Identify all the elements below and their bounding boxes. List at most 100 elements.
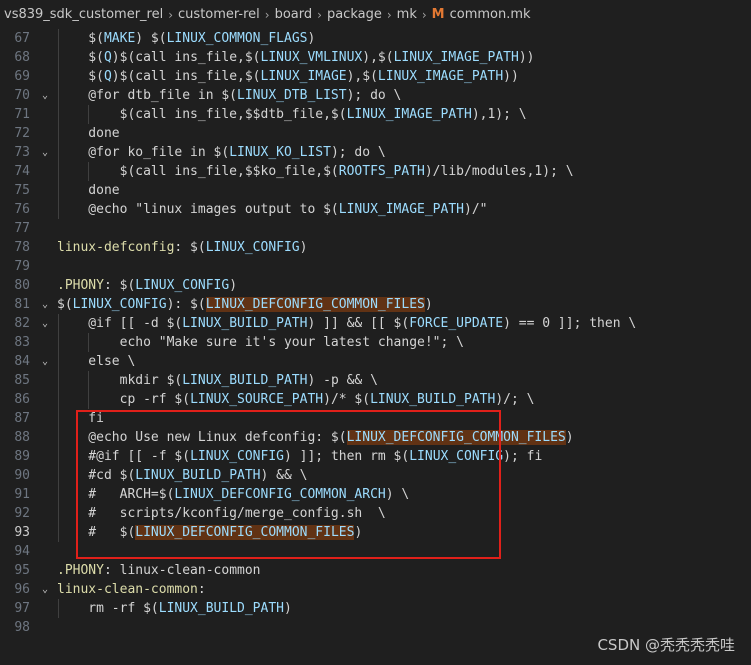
code-token: else \ bbox=[57, 354, 136, 369]
code-text: else \ bbox=[57, 352, 135, 371]
line-number: 90 bbox=[14, 468, 30, 483]
code-line[interactable]: 76 @echo "linux images output to $(LINUX… bbox=[0, 200, 751, 219]
line-number: 95 bbox=[14, 563, 30, 578]
code-line[interactable]: 83 echo "Make sure it's your latest chan… bbox=[0, 333, 751, 352]
code-editor[interactable]: 67 $(MAKE) $(LINUX_COMMON_FLAGS) 68 $(Q)$… bbox=[0, 29, 751, 665]
code-token: ROOTFS_PATH bbox=[338, 164, 425, 179]
code-token: LINUX_IMAGE_PATH bbox=[393, 50, 519, 65]
line-number: 93 bbox=[14, 525, 30, 540]
code-token: LINUX_IMAGE_PATH bbox=[377, 69, 504, 84]
code-text: linux-clean-common: bbox=[57, 580, 206, 599]
breadcrumb-item-board[interactable]: board bbox=[275, 7, 313, 22]
code-token: MAKE bbox=[103, 31, 136, 46]
code-line[interactable]: 79 bbox=[0, 257, 751, 276]
code-line[interactable]: 81 ⌄ $(LINUX_CONFIG): $(LINUX_DEFCONFIG_CO… bbox=[0, 295, 751, 314]
line-number: 71 bbox=[14, 107, 30, 122]
breadcrumb-item-mk[interactable]: mk bbox=[397, 7, 417, 22]
code-text: done bbox=[57, 181, 120, 200]
code-token: ) bbox=[424, 297, 433, 312]
code-line[interactable]: 71 $(call ins_file,$$dtb_file,$(LINUX_IM… bbox=[0, 105, 751, 124]
code-line[interactable]: 84 ⌄ else \ bbox=[0, 352, 751, 371]
code-line[interactable]: 75 done bbox=[0, 181, 751, 200]
code-line[interactable]: 67 $(MAKE) $(LINUX_COMMON_FLAGS) bbox=[0, 29, 751, 48]
code-token: cp -rf $( bbox=[57, 392, 191, 407]
breadcrumb-item-customer-rel[interactable]: customer-rel bbox=[178, 7, 260, 22]
code-token: : $( bbox=[174, 240, 206, 255]
code-line[interactable]: 77 bbox=[0, 219, 751, 238]
code-line[interactable]: 68 $(Q)$(call ins_file,$(LINUX_VMLINUX),… bbox=[0, 48, 751, 67]
code-token: $( bbox=[57, 31, 104, 46]
code-line[interactable]: 78 linux-defconfig: $(LINUX_CONFIG) bbox=[0, 238, 751, 257]
code-token: LINUX_BUILD_PATH bbox=[158, 601, 284, 616]
code-line[interactable]: 85 mkdir $(LINUX_BUILD_PATH) -p && \ bbox=[0, 371, 751, 390]
line-number: 89 bbox=[14, 449, 30, 464]
breadcrumb-item-package[interactable]: package bbox=[327, 7, 382, 22]
line-number: 79 bbox=[14, 259, 30, 274]
code-token: $(call ins_file,$$ko_file,$( bbox=[57, 164, 339, 179]
code-token: .PHONY bbox=[57, 278, 104, 293]
fold-chevron-icon[interactable]: ⌄ bbox=[38, 86, 52, 105]
line-number: 85 bbox=[14, 373, 30, 388]
line-number: 94 bbox=[14, 544, 30, 559]
line-number: 68 bbox=[14, 50, 30, 65]
code-token: LINUX_CONFIG bbox=[72, 297, 167, 312]
code-token: ) == 0 ]]; then \ bbox=[503, 316, 637, 331]
chevron-right-icon: › bbox=[264, 7, 270, 22]
code-token: ) -p && \ bbox=[307, 373, 378, 388]
code-text: mkdir $(LINUX_BUILD_PATH) -p && \ bbox=[57, 371, 378, 390]
code-line[interactable]: 95 .PHONY: linux-clean-common bbox=[0, 561, 751, 580]
code-line[interactable]: 80 .PHONY: $(LINUX_CONFIG) bbox=[0, 276, 751, 295]
breadcrumb-item-root[interactable]: vs839_sdk_customer_rel bbox=[4, 7, 163, 22]
code-token: )/lib/modules,1); \ bbox=[424, 164, 574, 179]
code-token: LINUX_BUILD_PATH bbox=[182, 373, 308, 388]
code-token: ),$( bbox=[362, 50, 394, 65]
line-number: 92 bbox=[14, 506, 30, 521]
line-number: 73 bbox=[14, 145, 30, 160]
makefile-icon: M bbox=[431, 7, 445, 22]
code-line[interactable]: 96 ⌄ linux-clean-common: bbox=[0, 580, 751, 599]
chevron-right-icon: › bbox=[386, 7, 392, 22]
code-line[interactable]: 69 $(Q)$(call ins_file,$(LINUX_IMAGE),$(… bbox=[0, 67, 751, 86]
code-token: ) $( bbox=[135, 31, 167, 46]
fold-chevron-icon[interactable]: ⌄ bbox=[38, 580, 52, 599]
code-token: : $( bbox=[103, 278, 136, 293]
code-token: LINUX_DTB_LIST bbox=[237, 88, 347, 103]
code-line[interactable]: 70 ⌄ @for dtb_file in $(LINUX_DTB_LIST); … bbox=[0, 86, 751, 105]
line-number: 88 bbox=[14, 430, 30, 445]
code-token: $( bbox=[57, 69, 104, 84]
code-text: $(Q)$(call ins_file,$(LINUX_VMLINUX),$(L… bbox=[57, 48, 534, 67]
breadcrumb: vs839_sdk_customer_rel › customer-rel › … bbox=[0, 0, 751, 29]
fold-chevron-icon[interactable]: ⌄ bbox=[38, 295, 52, 314]
breadcrumb-file-name[interactable]: common.mk bbox=[450, 7, 531, 22]
code-text: .PHONY: $(LINUX_CONFIG) bbox=[57, 276, 237, 295]
line-number: 67 bbox=[14, 31, 30, 46]
code-token: LINUX_SOURCE_PATH bbox=[190, 392, 324, 407]
code-token: done bbox=[57, 183, 120, 198]
code-token: )/* $( bbox=[323, 392, 371, 407]
code-token: $(call ins_file,$$dtb_file,$( bbox=[57, 107, 347, 122]
line-number: 74 bbox=[14, 164, 30, 179]
code-token: ) bbox=[307, 31, 316, 46]
code-line[interactable]: 73 ⌄ @for ko_file in $(LINUX_KO_LIST); do… bbox=[0, 143, 751, 162]
line-number: 78 bbox=[14, 240, 30, 255]
code-token: $( bbox=[57, 50, 104, 65]
code-token: LINUX_VMLINUX bbox=[260, 50, 363, 65]
line-number: 84 bbox=[14, 354, 30, 369]
code-token: $( bbox=[57, 297, 73, 312]
line-number: 76 bbox=[14, 202, 30, 217]
fold-chevron-icon[interactable]: ⌄ bbox=[38, 352, 52, 371]
fold-chevron-icon[interactable]: ⌄ bbox=[38, 314, 52, 333]
watermark: CSDN @秃秃秃秃哇 bbox=[597, 636, 735, 654]
code-line[interactable]: 72 done bbox=[0, 124, 751, 143]
code-line[interactable]: 82 ⌄ @if [[ -d $(LINUX_BUILD_PATH) ]] && … bbox=[0, 314, 751, 333]
fold-chevron-icon[interactable]: ⌄ bbox=[38, 143, 52, 162]
code-token: ): $( bbox=[166, 297, 206, 312]
code-line[interactable]: 97 rm -rf $(LINUX_BUILD_PATH) bbox=[0, 599, 751, 618]
code-text: @if [[ -d $(LINUX_BUILD_PATH) ]] && [[ $… bbox=[57, 314, 636, 333]
code-line[interactable]: 74 $(call ins_file,$$ko_file,$(ROOTFS_PA… bbox=[0, 162, 751, 181]
code-line[interactable]: 86 cp -rf $(LINUX_SOURCE_PATH)/* $(LINUX… bbox=[0, 390, 751, 409]
code-token: @echo "linux images output to $( bbox=[57, 202, 339, 217]
code-text: $(MAKE) $(LINUX_COMMON_FLAGS) bbox=[57, 29, 315, 48]
code-token: @for ko_file in $( bbox=[57, 145, 230, 160]
code-token: : linux-clean-common bbox=[103, 563, 261, 578]
